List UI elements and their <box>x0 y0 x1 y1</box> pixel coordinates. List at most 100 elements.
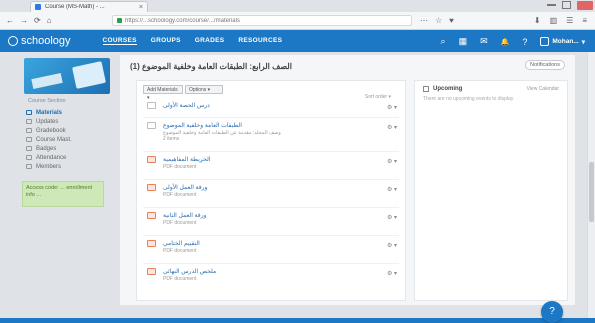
cover-graphic-accent <box>31 72 63 90</box>
attendance-icon <box>26 155 32 160</box>
sidebar-icon[interactable]: ☰ <box>566 16 573 25</box>
logo-text: schoology <box>21 35 71 47</box>
menu-courses[interactable]: COURSES <box>102 37 137 45</box>
app-header: schoology COURSES GROUPS GRADES RESOURCE… <box>0 30 595 52</box>
browser-titlebar: Course (MS-Math) - ... × <box>0 0 595 12</box>
item-title[interactable]: الخريطة المفاهيمية <box>163 156 210 163</box>
item-title[interactable]: الطبقات العامة وخلفية الموضوع <box>163 122 242 129</box>
materials-list: Add Materials ▾ Options ▾ Sort order ▾ د… <box>136 80 406 301</box>
lock-icon <box>117 18 122 23</box>
list-item[interactable]: ملخص الدرس النهائي PDF document ⚙ ▾ <box>143 265 399 291</box>
menu-resources[interactable]: RESOURCES <box>238 37 282 45</box>
maximize-button[interactable] <box>562 1 571 9</box>
view-calendar-link[interactable]: View Calendar <box>527 86 559 92</box>
item-title[interactable]: ملخص الدرس النهائي <box>163 268 216 275</box>
sidebar-item-attendance[interactable]: Attendance <box>18 153 114 162</box>
window-controls <box>547 0 593 10</box>
upcoming-panel: Upcoming View Calendar There are no upco… <box>414 80 568 301</box>
notifications-icon[interactable]: 🔔 <box>501 38 510 46</box>
search-icon[interactable]: ⌕ <box>441 36 446 47</box>
menu-grades[interactable]: GRADES <box>195 37 225 45</box>
badges-icon <box>26 146 32 151</box>
chevron-down-icon: ▾ <box>581 38 585 46</box>
sidebar-item-label: Gradebook <box>36 127 66 134</box>
add-materials-button[interactable]: Add Materials ▾ <box>143 85 183 101</box>
sidebar-item-mastery[interactable]: Course Mast. <box>18 135 114 144</box>
sidebar-item-updates[interactable]: Updates <box>18 117 114 126</box>
item-type: PDF document <box>163 248 197 254</box>
list-item[interactable]: درس الحصة الأولى ⚙ ▾ <box>143 99 399 118</box>
sidebar-item-label: Attendance <box>36 154 67 161</box>
item-options-icon[interactable]: ⚙ ▾ <box>387 158 397 165</box>
sidebar-item-members[interactable]: Members <box>18 162 114 171</box>
main-content: الصف الرابع: الطبقات العامة وخلفية الموض… <box>120 55 575 305</box>
user-menu[interactable]: Mohan... ▾ <box>540 37 585 46</box>
item-type: PDF document <box>163 192 197 198</box>
back-icon[interactable]: ← <box>6 16 14 25</box>
item-title[interactable]: درس الحصة الأولى <box>163 102 210 109</box>
item-title[interactable]: ورقة العمل الثانية <box>163 212 206 219</box>
extension-icons: ⋯ ☆ ♥ <box>420 16 454 25</box>
reload-icon[interactable]: ⟳ <box>34 16 41 25</box>
pdf-file-icon <box>147 184 156 191</box>
list-item[interactable]: الخريطة المفاهيمية PDF document ⚙ ▾ <box>143 153 399 180</box>
item-title[interactable]: التقييم الختامي <box>163 240 200 247</box>
item-options-icon[interactable]: ⚙ ▾ <box>387 186 397 193</box>
sidebar-item-materials[interactable]: Materials <box>18 108 114 117</box>
browser-nav: ← → ⟳ ⌂ <box>6 16 52 25</box>
pdf-file-icon <box>147 268 156 275</box>
apps-grid-icon[interactable]: ▦ <box>459 36 468 47</box>
help-fab-button[interactable]: ? <box>541 301 563 323</box>
pdf-file-icon <box>147 156 156 163</box>
item-options-icon[interactable]: ⚙ ▾ <box>387 124 397 131</box>
menu-dots-icon[interactable]: ⋯ <box>420 16 428 25</box>
list-item[interactable]: التقييم الختامي PDF document ⚙ ▾ <box>143 237 399 264</box>
heart-icon[interactable]: ♥ <box>449 16 454 25</box>
mastery-icon <box>26 137 32 142</box>
library-icon[interactable]: ▥ <box>550 16 558 25</box>
home-icon[interactable]: ⌂ <box>47 16 52 25</box>
pdf-file-icon <box>147 212 156 219</box>
download-icon[interactable]: ⬇ <box>534 16 541 25</box>
item-type: PDF document <box>163 276 197 282</box>
hamburger-menu-icon[interactable]: ≡ <box>582 16 587 25</box>
scrollbar-thumb[interactable] <box>589 162 594 222</box>
sidebar-item-gradebook[interactable]: Gradebook <box>18 126 114 135</box>
logo-mark-icon <box>8 36 18 46</box>
browser-tab[interactable]: Course (MS-Math) - ... × <box>30 1 148 12</box>
upcoming-header: Upcoming <box>423 86 462 92</box>
item-options-icon[interactable]: ⚙ ▾ <box>387 104 397 111</box>
sidebar-item-badges[interactable]: Badges <box>18 144 114 153</box>
page-title: الصف الرابع: الطبقات العامة وخلفية الموض… <box>130 62 292 71</box>
course-cover-image <box>24 58 110 94</box>
messages-icon[interactable]: ✉ <box>480 36 488 47</box>
forward-icon[interactable]: → <box>20 16 28 25</box>
browser-window: Course (MS-Math) - ... × ← → ⟳ ⌂ https:/… <box>0 0 595 323</box>
page-scrollbar[interactable] <box>587 52 595 318</box>
url-text: https://...schoology.com/course/.../mate… <box>125 17 240 24</box>
notifications-button[interactable]: Notifications <box>525 60 565 70</box>
star-icon[interactable]: ☆ <box>435 16 442 25</box>
main-menu: COURSES GROUPS GRADES RESOURCES <box>102 37 283 45</box>
options-button[interactable]: Options ▾ <box>185 85 223 94</box>
minimize-button[interactable] <box>547 4 556 6</box>
list-item[interactable]: ورقة العمل الأولى PDF document ⚙ ▾ <box>143 181 399 208</box>
close-window-button[interactable] <box>577 0 593 10</box>
address-bar-row: ← → ⟳ ⌂ https://...schoology.com/course/… <box>0 12 595 30</box>
favicon-icon <box>35 4 41 10</box>
item-options-icon[interactable]: ⚙ ▾ <box>387 270 397 277</box>
list-item[interactable]: الطبقات العامة وخلفية الموضوع وصف المجلد… <box>143 119 399 152</box>
item-type: PDF document <box>163 220 197 226</box>
menu-groups[interactable]: GROUPS <box>151 37 181 45</box>
updates-icon <box>26 119 32 124</box>
course-sidebar: Course Section Materials Updates Gradebo… <box>18 58 114 293</box>
help-icon[interactable]: ? <box>522 37 527 47</box>
item-title[interactable]: ورقة العمل الأولى <box>163 184 207 191</box>
tab-close-icon[interactable]: × <box>139 4 143 11</box>
url-field[interactable]: https://...schoology.com/course/.../mate… <box>112 15 412 26</box>
sidebar-item-label: Members <box>36 163 62 170</box>
item-options-icon[interactable]: ⚙ ▾ <box>387 214 397 221</box>
list-item[interactable]: ورقة العمل الثانية PDF document ⚙ ▾ <box>143 209 399 236</box>
schoology-logo[interactable]: schoology <box>8 35 71 47</box>
item-options-icon[interactable]: ⚙ ▾ <box>387 242 397 249</box>
